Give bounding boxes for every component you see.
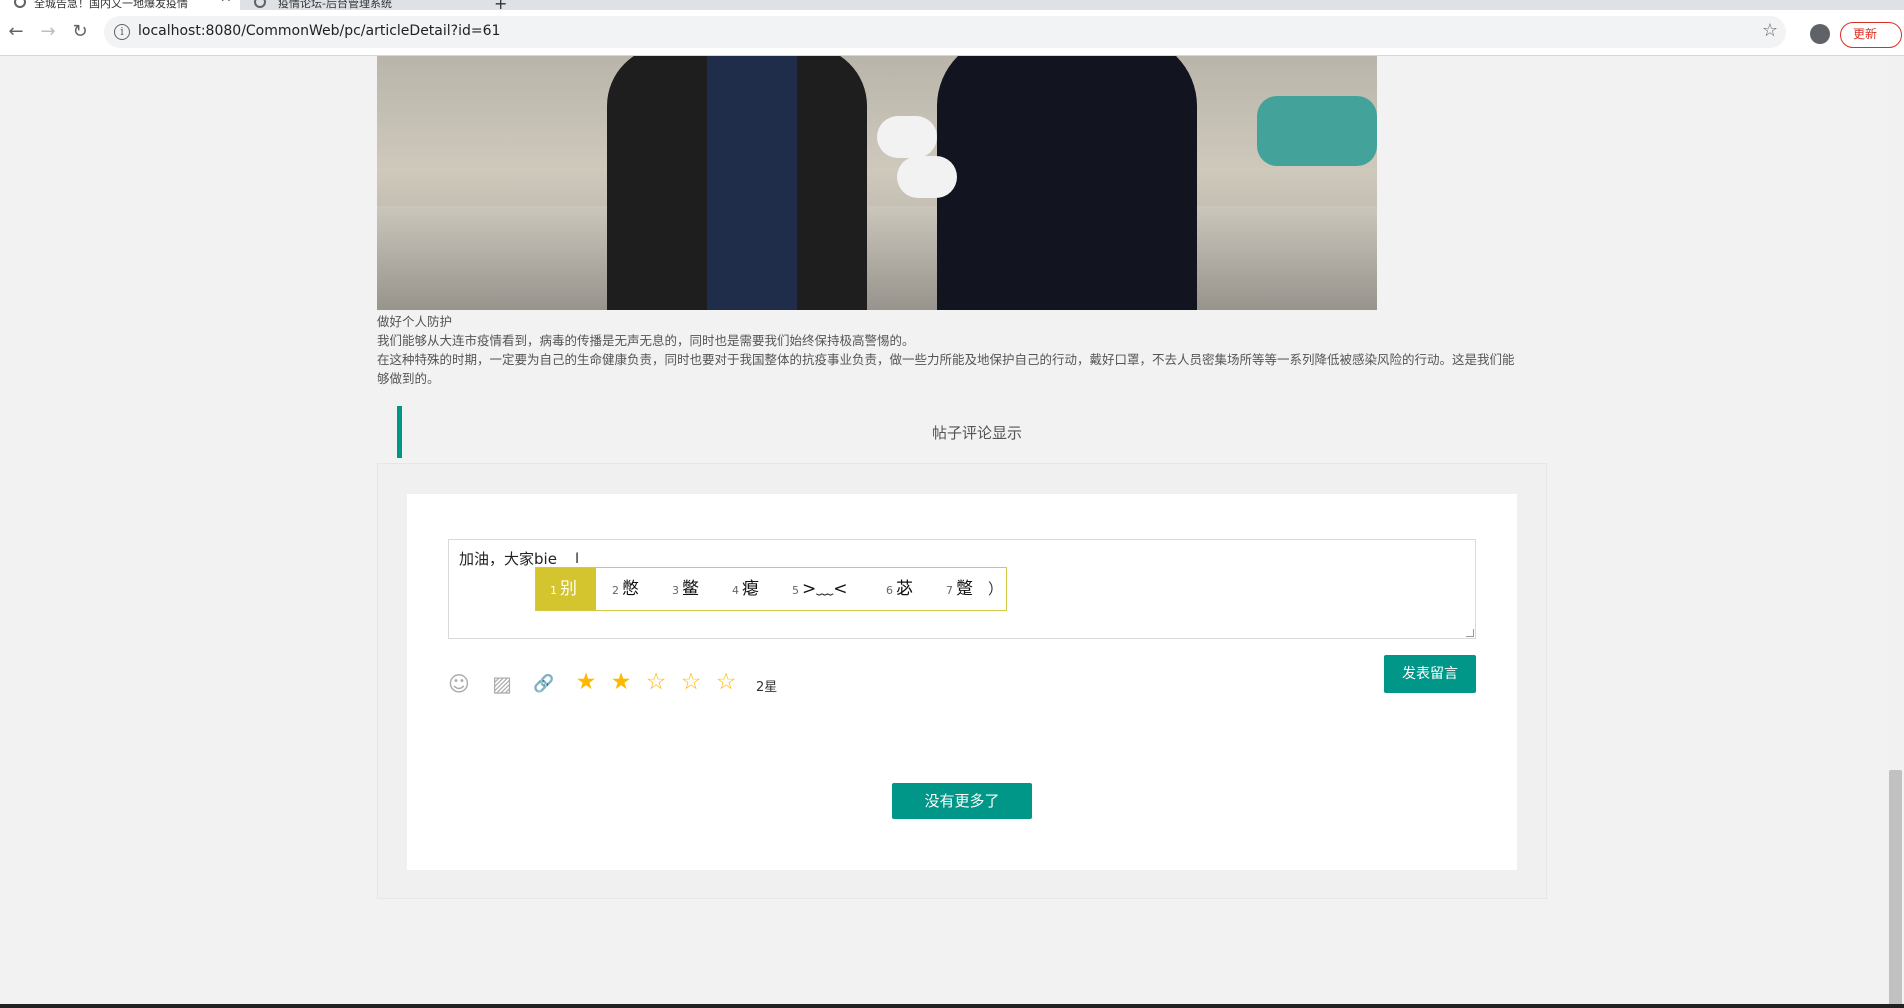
ime-candidate-number: 4 bbox=[732, 584, 739, 597]
ime-candidate-panel: 1别 2憋 3鳖 4瘪 5 >﹏< 6苾 7蹩 ） bbox=[535, 567, 1007, 611]
ime-candidate[interactable]: 3鳖 bbox=[672, 568, 699, 610]
article-image bbox=[377, 56, 1377, 310]
ime-candidate-number: 5 bbox=[792, 584, 799, 597]
ime-candidate-text: 瘪 bbox=[742, 579, 759, 599]
browser-toolbar: ← → ↻ i localhost:8080/CommonWeb/pc/arti… bbox=[0, 10, 1904, 56]
ime-candidate-text: 鳖 bbox=[682, 579, 699, 599]
profile-avatar-icon[interactable] bbox=[1810, 24, 1830, 44]
ime-candidate-text: 憋 bbox=[622, 579, 639, 599]
ime-candidate[interactable]: 5 >﹏< bbox=[792, 568, 848, 610]
tab-strip: 全城告急！国内又一地爆发疫情 ✕ 疫情论坛-后台管理系统 + bbox=[0, 0, 1904, 13]
site-info-icon[interactable]: i bbox=[114, 24, 130, 40]
image-icon[interactable]: ▨ bbox=[490, 672, 514, 696]
reload-icon[interactable]: ↻ bbox=[70, 22, 90, 42]
image-person-jacket bbox=[707, 56, 797, 310]
ime-candidate-text: 别 bbox=[560, 579, 577, 599]
link-icon[interactable]: 🔗 bbox=[532, 672, 556, 696]
image-glove bbox=[897, 156, 957, 198]
image-person-right bbox=[937, 56, 1197, 310]
bottom-edge bbox=[0, 1004, 1904, 1008]
ime-candidate[interactable]: 4瘪 bbox=[732, 568, 759, 610]
ime-candidate-number: 1 bbox=[550, 584, 557, 597]
comment-input-text[interactable]: 加油，大家bie bbox=[459, 548, 557, 569]
article-paragraph: 在这种特殊的时期，一定要为自己的生命健康负责，同时也要对于我国整体的抗疫事业负责… bbox=[377, 352, 1515, 386]
article-paragraph: 我们能够从大连市疫情看到，病毒的传播是无声无息的，同时也是需要我们始终保持极高警… bbox=[377, 333, 915, 348]
ime-more-arrow[interactable]: ） bbox=[988, 568, 1003, 610]
ime-candidate-number: 6 bbox=[886, 584, 893, 597]
image-floor bbox=[377, 206, 1377, 310]
ime-candidate-number: 3 bbox=[672, 584, 679, 597]
tab-title: 疫情论坛-后台管理系统 bbox=[278, 0, 392, 10]
star-empty-icon[interactable]: ☆ bbox=[644, 670, 668, 694]
image-seat bbox=[1257, 96, 1377, 166]
star-empty-icon[interactable]: ☆ bbox=[679, 670, 703, 694]
text-cursor-icon: I bbox=[575, 551, 580, 567]
ime-candidate[interactable]: 6苾 bbox=[886, 568, 913, 610]
globe-icon bbox=[14, 0, 26, 8]
article-paragraph: 做好个人防护 bbox=[377, 314, 453, 329]
ime-candidate[interactable]: 7蹩 bbox=[946, 568, 973, 610]
comments-title: 帖子评论显示 bbox=[931, 424, 1022, 442]
article-body: 做好个人防护 我们能够从大连市疫情看到，病毒的传播是无声无息的，同时也是需要我们… bbox=[377, 312, 1517, 388]
url-text[interactable]: localhost:8080/CommonWeb/pc/articleDetai… bbox=[138, 23, 500, 39]
update-button[interactable]: 更新 bbox=[1840, 22, 1902, 48]
ime-candidate-number: 7 bbox=[946, 584, 953, 597]
load-more-label: 没有更多了 bbox=[924, 792, 1000, 810]
comments-header: 帖子评论显示 bbox=[397, 406, 1547, 458]
close-tab-icon[interactable]: ✕ bbox=[220, 0, 232, 5]
bookmark-star-icon[interactable]: ☆ bbox=[1762, 20, 1778, 41]
resize-handle[interactable] bbox=[1466, 629, 1474, 637]
page-scrollbar[interactable] bbox=[1887, 56, 1904, 1008]
load-more-button[interactable]: 没有更多了 bbox=[892, 783, 1032, 819]
tab-admin[interactable]: 疫情论坛-后台管理系统 bbox=[246, 0, 476, 10]
ime-candidate[interactable]: 1别 bbox=[536, 568, 596, 610]
scrollbar-thumb[interactable] bbox=[1889, 770, 1902, 1008]
tab-article[interactable]: 全城告急！国内又一地爆发疫情 ✕ bbox=[0, 0, 240, 10]
ime-candidate-text: >﹏< bbox=[802, 579, 848, 599]
star-filled-icon[interactable]: ★ bbox=[574, 670, 598, 694]
ime-candidate[interactable]: 2憋 bbox=[612, 568, 639, 610]
tab-title: 全城告急！国内又一地爆发疫情 bbox=[34, 0, 188, 10]
ime-candidate-number: 2 bbox=[612, 584, 619, 597]
emoji-icon[interactable]: ☺ bbox=[447, 672, 471, 696]
star-empty-icon[interactable]: ☆ bbox=[714, 670, 738, 694]
submit-comment-button[interactable]: 发表留言 bbox=[1384, 655, 1476, 693]
image-glove bbox=[877, 116, 937, 158]
ime-candidate-text: 蹩 bbox=[956, 579, 973, 599]
forward-icon[interactable]: → bbox=[38, 22, 58, 42]
star-filled-icon[interactable]: ★ bbox=[609, 670, 633, 694]
rating-label: 2星 bbox=[756, 680, 778, 695]
back-icon[interactable]: ← bbox=[6, 22, 26, 42]
update-label: 更新 bbox=[1853, 27, 1878, 41]
ime-candidate-text: 苾 bbox=[896, 579, 913, 599]
address-bar[interactable]: i localhost:8080/CommonWeb/pc/articleDet… bbox=[104, 16, 1786, 48]
submit-label: 发表留言 bbox=[1402, 666, 1458, 682]
